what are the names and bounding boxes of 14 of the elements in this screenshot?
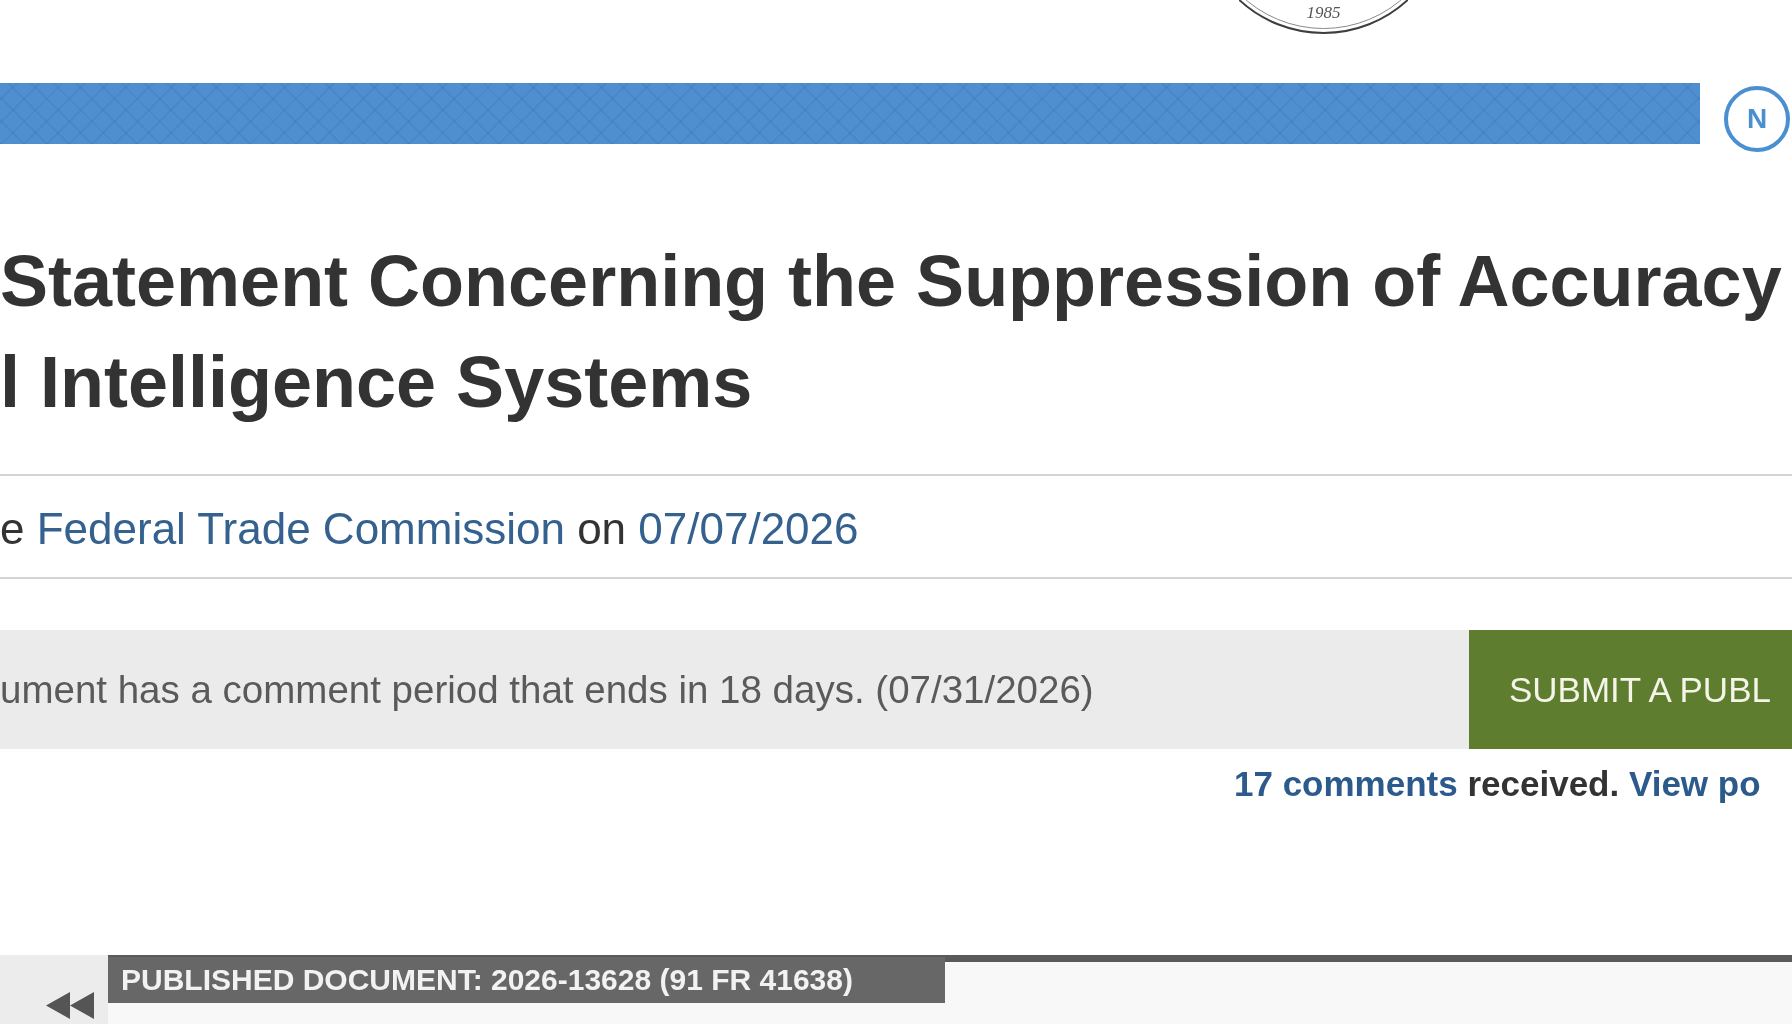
view-comments-link[interactable]: View po [1628,764,1761,803]
document-type-badge: N [1724,86,1790,152]
double-triangle-left-icon[interactable] [46,992,94,1019]
submit-comment-button[interactable]: SUBMIT A PUBL [1469,630,1792,749]
published-document-label: PUBLISHED DOCUMENT: 2026-13628 (91 FR 41638) [108,957,945,1003]
agency-link[interactable]: Federal Trade Commission [36,504,565,553]
seal-year-text: 1985 [1306,3,1341,22]
comments-summary-text: 17 comments received. View po [1233,764,1762,804]
publication-date-link[interactable]: 07/07/2026 [638,504,859,553]
comments-count-link[interactable]: 17 comments [1234,764,1458,803]
document-title-line: Statement Concerning the Suppression of Accuracy [0,240,1782,323]
comment-period-text: ument has a comment period that ends in 18 days. (07/31/2026) [0,667,1094,712]
document-title-line: l Intelligence Systems [0,341,753,424]
publication-info-text: e Federal Trade Commission on 07/07/2026 [0,503,860,555]
